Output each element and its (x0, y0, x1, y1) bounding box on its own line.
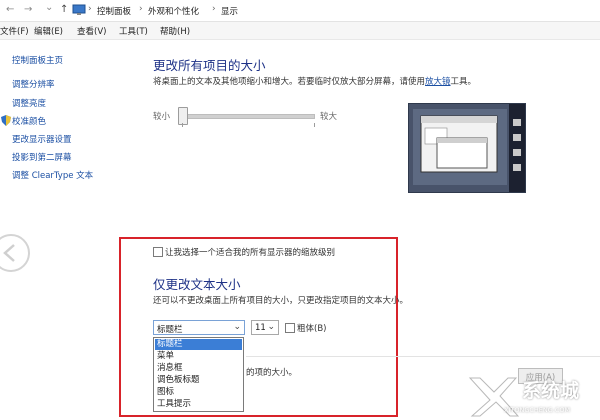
history-dropdown-icon[interactable]: ⌄ (45, 2, 53, 13)
bold-checkbox[interactable] (285, 323, 295, 333)
watermark-brand: 系统城 (522, 380, 580, 402)
custom-scaling-label: 让我选择一个适合我的所有显示器的缩放级别 (165, 248, 336, 258)
custom-scaling-checkbox[interactable] (153, 247, 163, 257)
back-circle-icon[interactable] (0, 234, 30, 272)
size-select-value: 11 (255, 323, 266, 333)
section-title: 仅更改文本大小 (153, 277, 241, 292)
chevron-down-icon: ⌄ (267, 322, 275, 332)
partial-text: 的项的大小。 (246, 368, 298, 378)
dropdown-option[interactable]: 工具提示 (155, 399, 242, 410)
shield-icon (1, 115, 11, 126)
size-select[interactable]: 11 ⌄ (251, 320, 279, 335)
item-select-value: 标题栏 (157, 325, 183, 335)
breadcrumb-separator: › (139, 4, 143, 14)
dropdown-option[interactable]: 菜单 (155, 351, 242, 362)
menu-file[interactable]: 文件(F) (0, 25, 29, 37)
sidebar-item-brightness[interactable]: 调整亮度 (12, 97, 46, 109)
menu-edit[interactable]: 编辑(E) (34, 25, 63, 37)
watermark-logo: 系统城 XITONGCHENG.COM (460, 368, 600, 420)
section-description: 还可以不更改桌面上所有项目的大小，只更改指定项目的文本大小。 (153, 296, 409, 306)
forward-arrow-icon[interactable]: → (24, 4, 32, 15)
breadcrumb-display[interactable]: 显示 (221, 5, 238, 17)
control-panel-icon (72, 4, 86, 15)
slider-min-label: 较小 (153, 112, 171, 122)
dropdown-option[interactable]: 调色板标题 (155, 375, 242, 386)
sidebar-item-display-settings[interactable]: 更改显示器设置 (12, 133, 72, 145)
chevron-down-icon: ⌄ (233, 322, 241, 332)
watermark-url: XITONGCHENG.COM (504, 406, 571, 414)
slider-max-label: 较大 (320, 112, 338, 122)
menu-bar: 文件(F) 编辑(E) 查看(V) 工具(T) 帮助(H) (0, 22, 600, 40)
breadcrumb-separator: › (212, 4, 216, 14)
dropdown-option[interactable]: 图标 (155, 387, 242, 398)
size-slider-track[interactable] (183, 114, 315, 119)
slider-tick (182, 123, 183, 127)
size-slider-thumb[interactable] (178, 107, 188, 125)
sidebar-home-link[interactable]: 控制面板主页 (12, 54, 63, 66)
divider (246, 356, 600, 357)
sidebar-item-cleartype[interactable]: 调整 ClearType 文本 (12, 169, 93, 181)
page-title: 更改所有项目的大小 (153, 58, 266, 73)
bold-label: 粗体(B) (297, 324, 327, 334)
dropdown-option[interactable]: 标题栏 (155, 339, 242, 350)
item-select[interactable]: 标题栏 ⌄ (153, 320, 245, 335)
back-arrow-icon[interactable]: ← (6, 4, 14, 15)
menu-help[interactable]: 帮助(H) (160, 25, 190, 37)
menu-view[interactable]: 查看(V) (77, 25, 106, 37)
item-dropdown-list: 标题栏 菜单 消息框 调色板标题 图标 工具提示 (153, 337, 244, 412)
slider-tick (314, 123, 315, 127)
address-bar: ← → ⌄ ↑ › 控制面板 › 外观和个性化 › 显示 (0, 0, 600, 22)
magnifier-link[interactable]: 放大镜 (425, 77, 451, 87)
sidebar-item-calibrate-color[interactable]: 校准颜色 (12, 115, 46, 127)
breadcrumb-appearance[interactable]: 外观和个性化 (148, 5, 199, 17)
sidebar-item-resolution[interactable]: 调整分辨率 (12, 78, 55, 90)
dropdown-option[interactable]: 消息框 (155, 363, 242, 374)
breadcrumb-separator: › (88, 4, 92, 14)
menu-tools[interactable]: 工具(T) (119, 25, 148, 37)
sidebar-item-project-second-screen[interactable]: 投影到第二屏幕 (12, 151, 72, 163)
display-preview-image (408, 103, 526, 193)
page-description: 将桌面上的文本及其他项缩小和增大。若要临时仅放大部分屏幕，请使用放大镜工具。 (153, 77, 477, 87)
breadcrumb-control-panel[interactable]: 控制面板 (97, 5, 131, 17)
up-arrow-icon[interactable]: ↑ (60, 4, 68, 15)
